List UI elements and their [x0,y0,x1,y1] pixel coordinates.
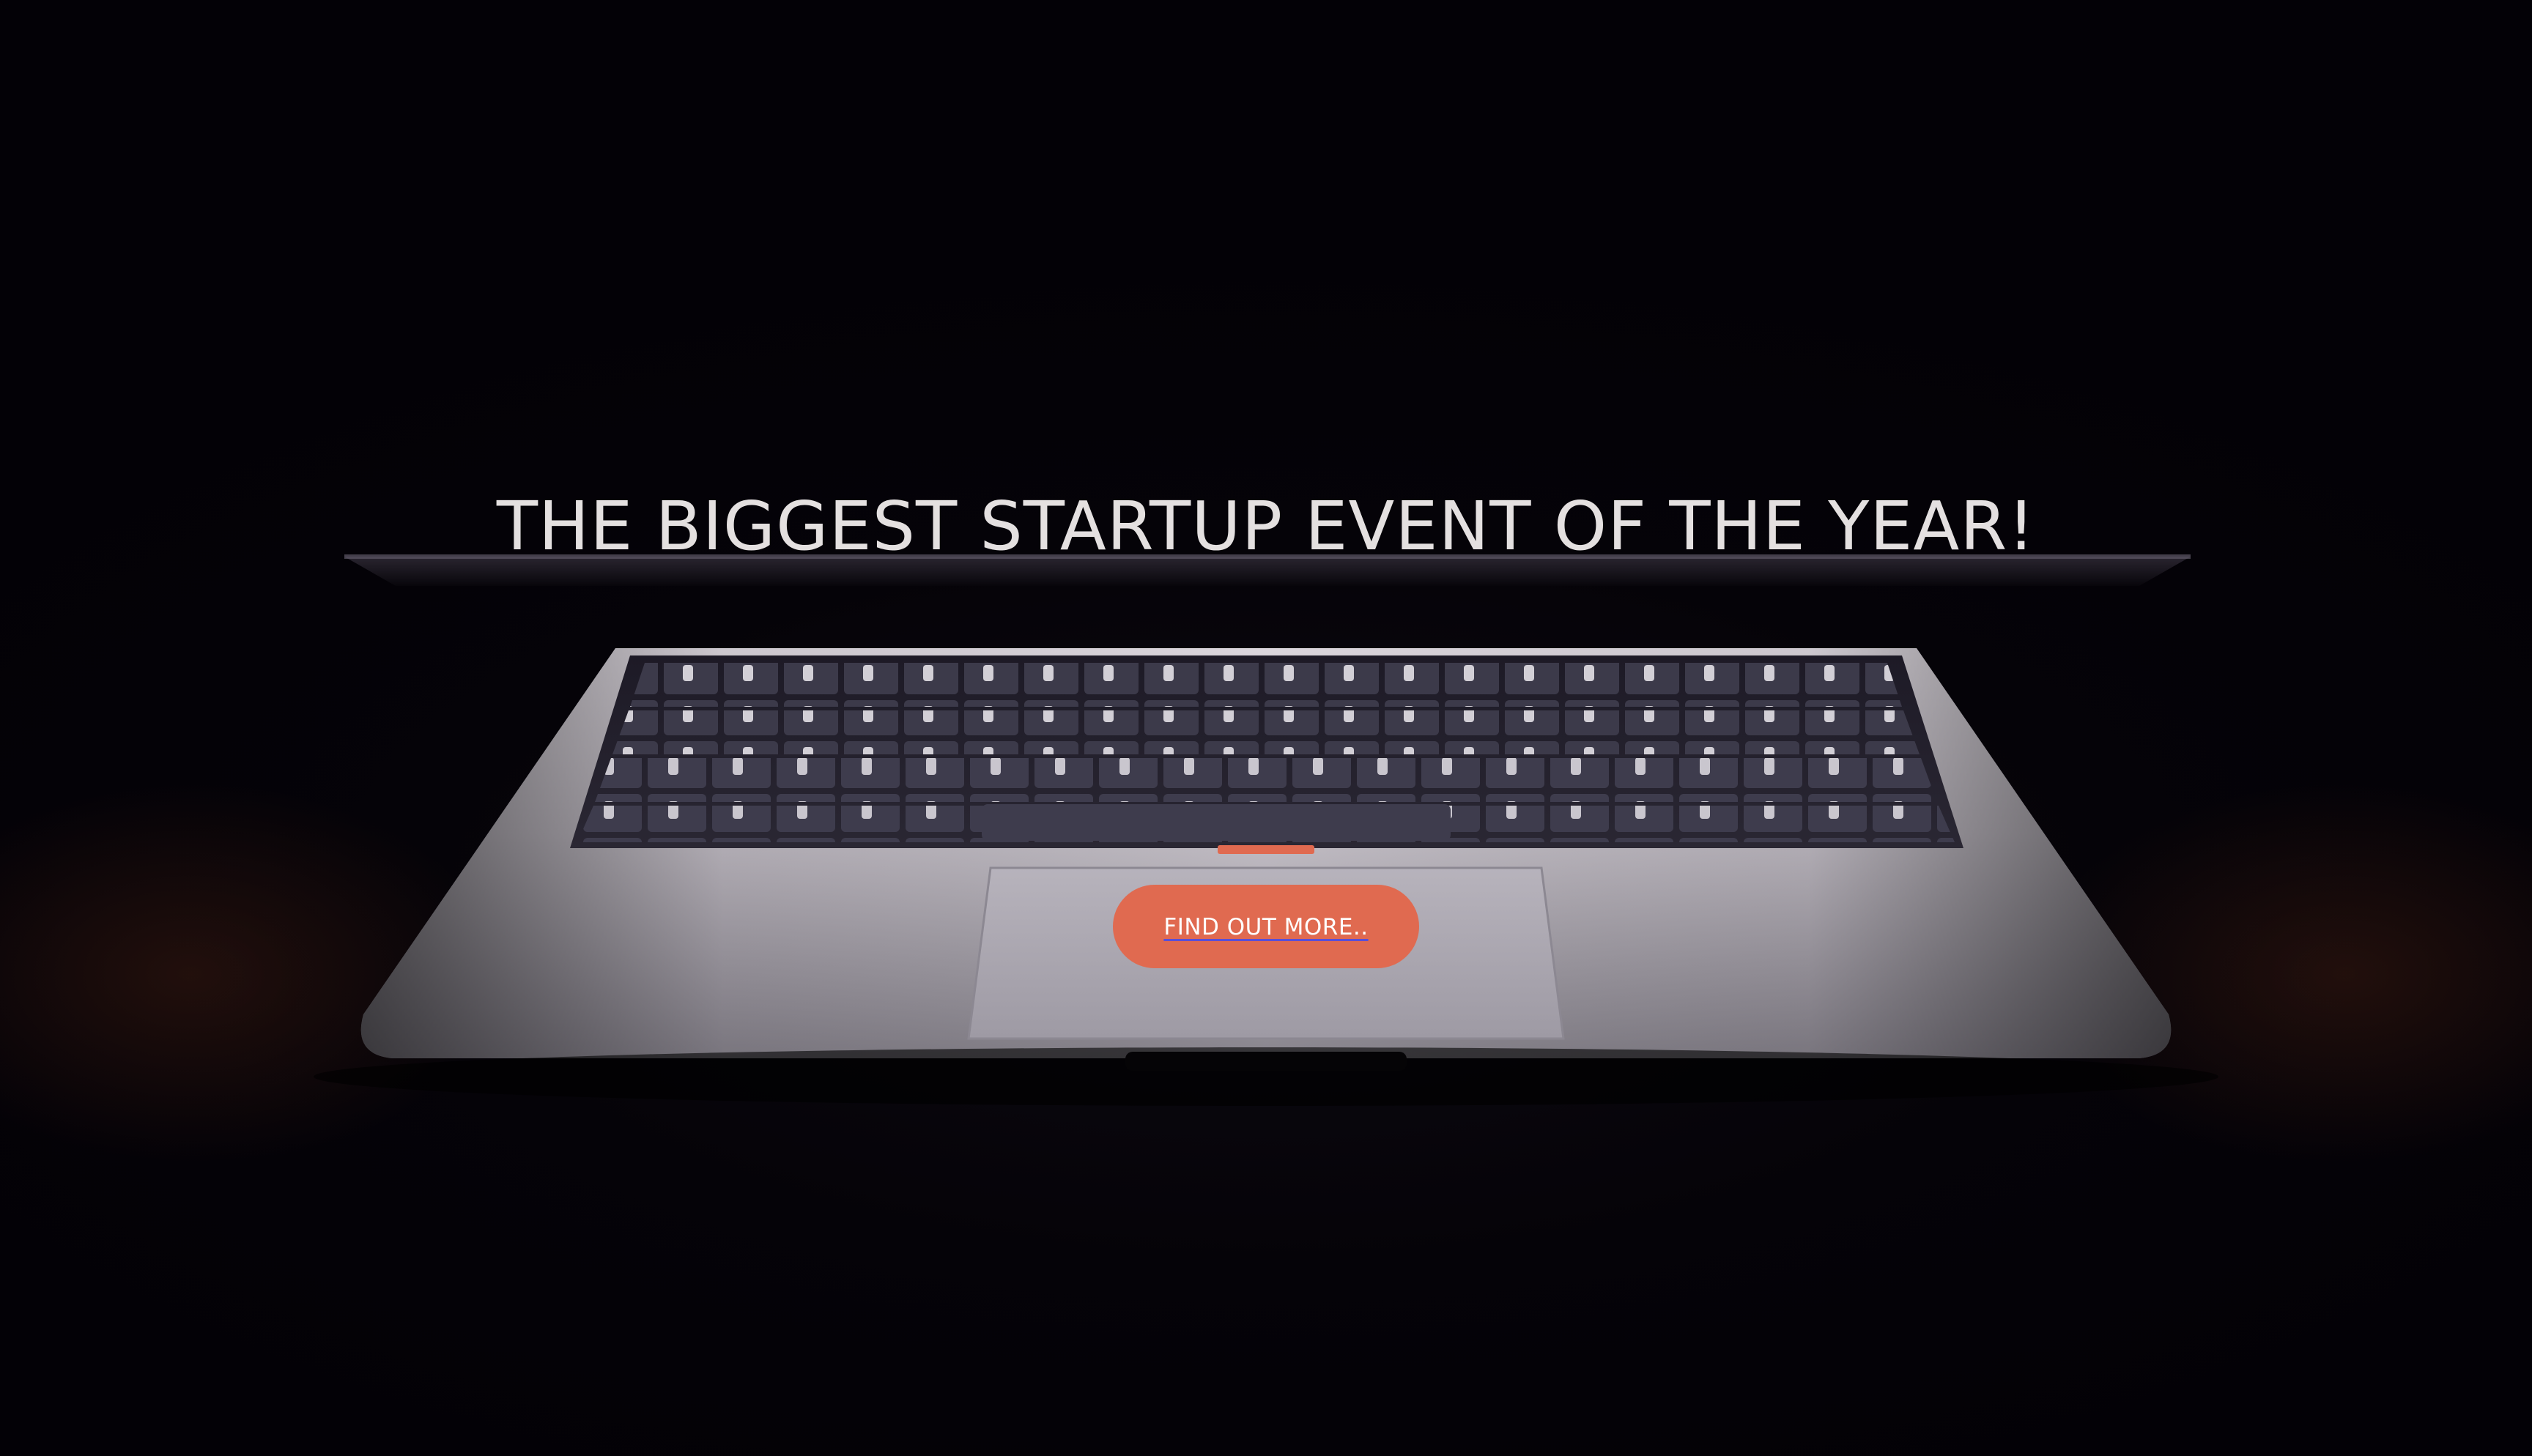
hero-headline: THE BIGGEST STARTUP EVENT OF THE YEAR! [496,487,2036,565]
find-out-more-label: FIND OUT MORE.. [1163,914,1369,940]
laptop-background-image [0,554,2532,1165]
find-out-more-button[interactable]: FIND OUT MORE.. [1113,885,1419,968]
hero-section: THE BIGGEST STARTUP EVENT OF THE YEAR! F… [0,0,2532,1456]
